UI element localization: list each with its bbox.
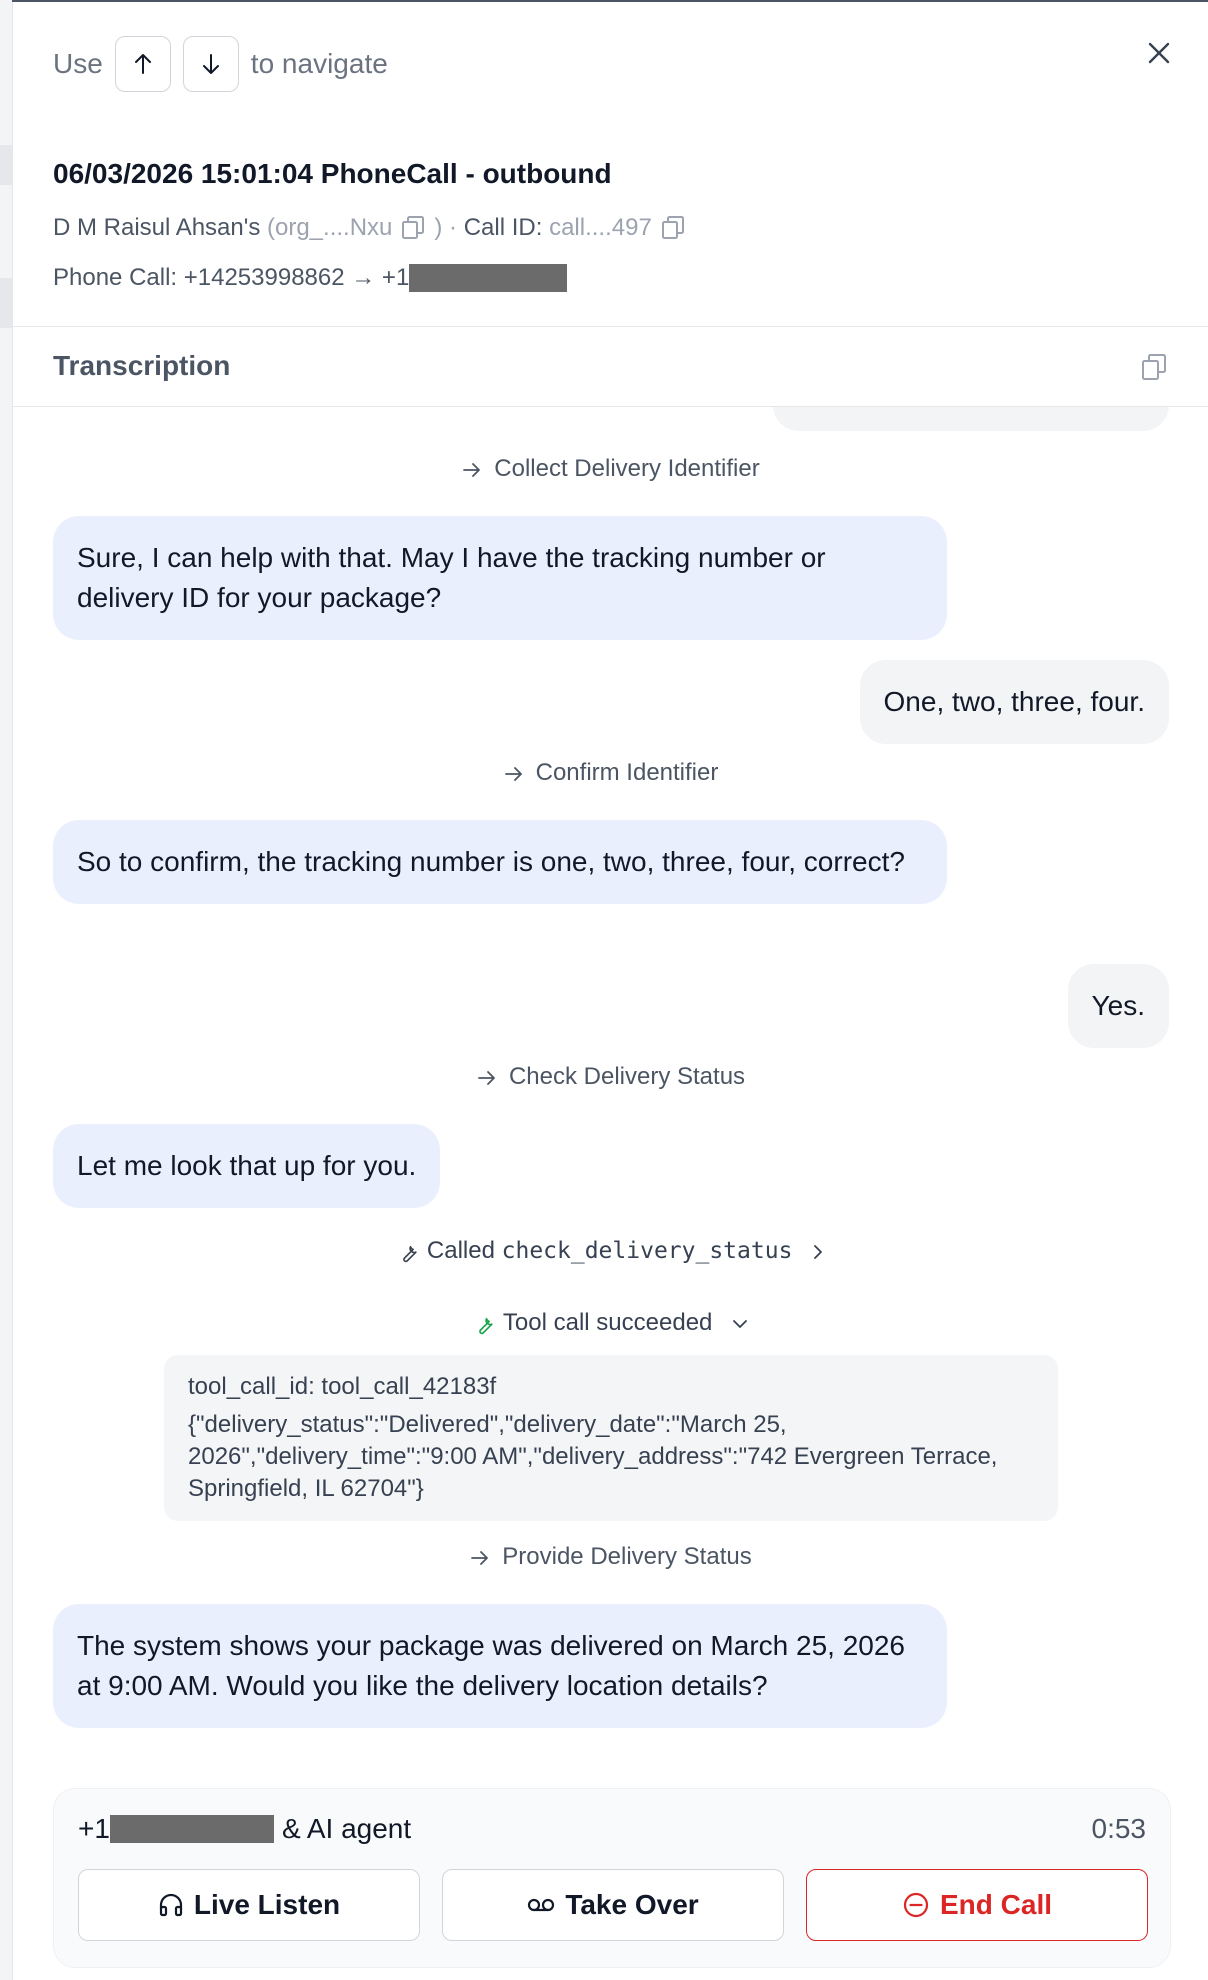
arrow-right-icon bbox=[504, 766, 522, 781]
copy-icon bbox=[1142, 354, 1166, 380]
close-button[interactable] bbox=[1140, 34, 1178, 72]
call-meta: D M Raisul Ahsan's (org_....Nxu ) · Call… bbox=[53, 214, 694, 242]
tool-call-toggle[interactable]: Called check_delivery_status bbox=[13, 1237, 1208, 1265]
step-label: Collect Delivery Identifier bbox=[13, 455, 1208, 483]
copy-org-id-button[interactable] bbox=[400, 215, 426, 241]
chevron-down-icon bbox=[733, 1319, 747, 1328]
live-call-bar: +1 & AI agent 0:53 Live Listen Take Over… bbox=[53, 1788, 1171, 1968]
call-timer: 0:53 bbox=[1091, 1813, 1147, 1844]
call-id-label: Call ID: bbox=[463, 214, 543, 241]
copy-icon bbox=[661, 216, 684, 239]
arrow-right-icon bbox=[471, 1550, 489, 1565]
minus-circle-icon bbox=[903, 1892, 929, 1918]
tool-result-status: Tool call succeeded bbox=[502, 1309, 713, 1336]
agent-message: Let me look that up for you. bbox=[53, 1124, 441, 1208]
step-label: Confirm Identifier bbox=[13, 759, 1208, 787]
take-over-button[interactable]: Take Over bbox=[442, 1869, 784, 1941]
end-call-button[interactable]: End Call bbox=[806, 1869, 1148, 1941]
phone-numbers: Phone Call: +14253998862 → +1 bbox=[53, 264, 410, 291]
arrow-down-icon bbox=[202, 54, 219, 74]
org-name: D M Raisul Ahsan's bbox=[53, 214, 261, 241]
copy-icon bbox=[402, 216, 425, 239]
redacted-number bbox=[409, 264, 568, 292]
transcript-scroll-area[interactable]: Collect Delivery Identifier Sure, I can … bbox=[13, 407, 1208, 1777]
live-listen-button[interactable]: Live Listen bbox=[78, 1869, 420, 1941]
call-participants: +1 & AI agent bbox=[78, 1813, 412, 1844]
copy-call-id-button[interactable] bbox=[660, 215, 686, 241]
navigate-label: to navigate bbox=[250, 48, 388, 79]
tool-result-box: tool_call_id: tool_call_42183f {"deliver… bbox=[164, 1355, 1058, 1521]
tool-result-payload: {"delivery_status":"Delivered","delivery… bbox=[188, 1411, 998, 1502]
arrow-right-icon bbox=[463, 462, 481, 477]
user-message: One, two, three, four. bbox=[859, 660, 1169, 744]
redacted-number bbox=[109, 1815, 274, 1843]
copy-transcription-button[interactable] bbox=[1140, 352, 1168, 387]
agent-message: So to confirm, the tracking number is on… bbox=[53, 820, 947, 904]
navigate-up-key[interactable] bbox=[114, 36, 171, 92]
tool-call-id: tool_call_id: tool_call_42183f bbox=[188, 1373, 497, 1400]
navigate-down-key[interactable] bbox=[182, 36, 239, 92]
agent-message: The system shows your package was delive… bbox=[53, 1604, 947, 1728]
divider bbox=[13, 326, 1208, 327]
agent-message: Sure, I can help with that. May I have t… bbox=[53, 516, 947, 640]
step-label: Check Delivery Status bbox=[13, 1063, 1208, 1091]
step-label: Provide Delivery Status bbox=[13, 1543, 1208, 1571]
voicemail-icon bbox=[528, 1898, 555, 1912]
close-icon bbox=[1148, 42, 1170, 64]
org-id: (org_....Nxu bbox=[267, 214, 393, 241]
user-message-partial bbox=[773, 407, 1169, 431]
use-label: Use bbox=[53, 48, 103, 79]
phone-call-line: Phone Call: +14253998862 → +1 bbox=[53, 264, 568, 292]
tool-name: check_delivery_status bbox=[501, 1238, 793, 1264]
headphones-icon bbox=[159, 1893, 182, 1917]
call-id: call....497 bbox=[549, 214, 652, 241]
keyboard-hint: Use to navigate bbox=[53, 36, 388, 92]
org-suffix: ) · bbox=[434, 214, 458, 241]
call-title: 06/03/2026 15:01:04 PhoneCall - outbound bbox=[53, 158, 612, 189]
arrow-up-icon bbox=[134, 54, 151, 74]
chevron-right-icon bbox=[814, 1244, 822, 1259]
tool-called-prefix: Called bbox=[426, 1237, 495, 1264]
arrow-right-icon bbox=[478, 1070, 495, 1085]
transcription-heading: Transcription bbox=[53, 350, 231, 381]
tool-result-toggle[interactable]: Tool call succeeded bbox=[13, 1309, 1208, 1337]
wrench-icon bbox=[403, 1245, 417, 1262]
user-message: Yes. bbox=[1067, 964, 1169, 1048]
background-page-edge bbox=[0, 0, 12, 1980]
wrench-icon bbox=[479, 1317, 493, 1334]
call-detail-panel: Use to navigate 06/03/2026 15:01:04 Phon… bbox=[12, 2, 1208, 1980]
